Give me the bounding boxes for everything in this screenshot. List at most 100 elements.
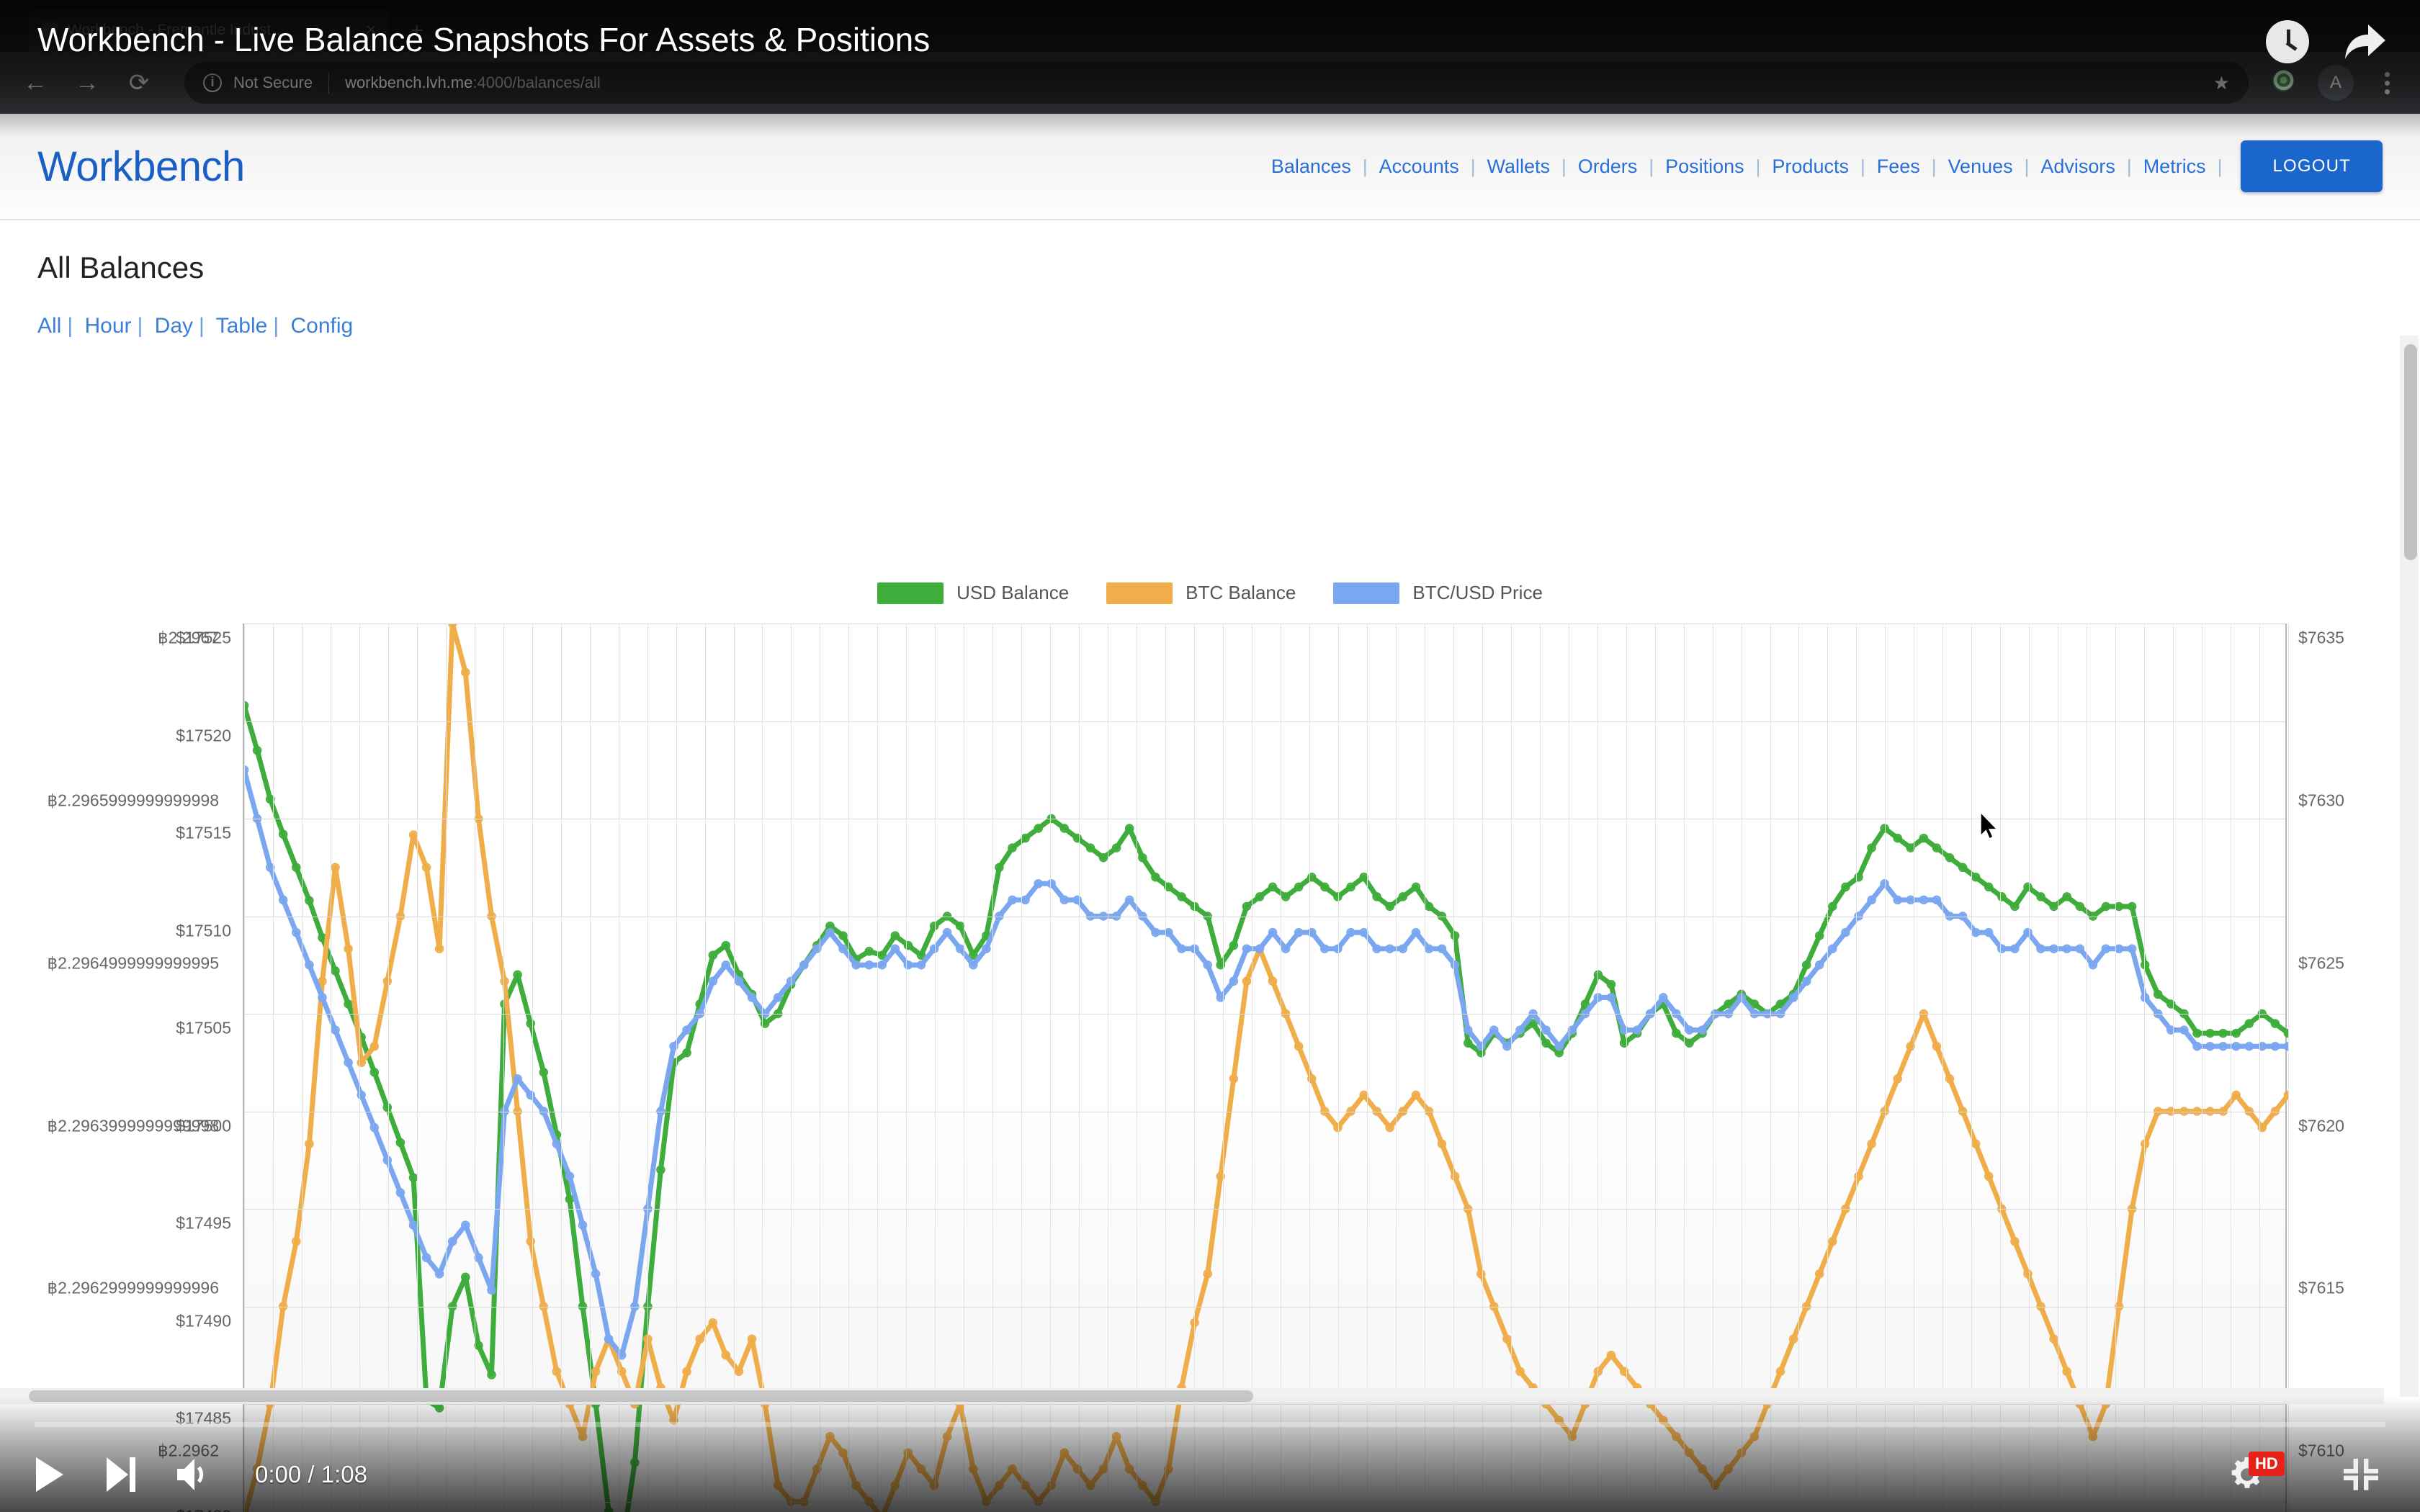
- profile-avatar[interactable]: A: [2318, 65, 2354, 101]
- gridline-vertical: [1597, 624, 1598, 1512]
- gridline-vertical: [647, 624, 648, 1512]
- usd-axis-tick: $17515: [176, 824, 231, 843]
- gridline-vertical: [359, 624, 360, 1512]
- subnav-item-hour[interactable]: Hour: [84, 314, 131, 338]
- nav-item-advisors[interactable]: Advisors: [2029, 156, 2127, 178]
- nav-item-balances[interactable]: Balances: [1260, 156, 1363, 178]
- gridline-vertical: [1194, 624, 1195, 1512]
- back-icon[interactable]: ←: [19, 71, 52, 95]
- legend-swatch: [1106, 582, 1173, 604]
- nav-item-venues[interactable]: Venues: [1937, 156, 2025, 178]
- play-icon[interactable]: [33, 1456, 66, 1493]
- nav-item-fees[interactable]: Fees: [1865, 156, 1932, 178]
- gridline-vertical: [561, 624, 562, 1512]
- brand-logo[interactable]: Workbench: [37, 143, 245, 191]
- gridline-vertical: [1396, 624, 1397, 1512]
- gridline-vertical: [676, 624, 677, 1512]
- video-progress-bar[interactable]: [35, 1422, 2385, 1427]
- gridline-vertical: [1942, 624, 1943, 1512]
- subnav-item-day[interactable]: Day: [155, 314, 193, 338]
- vertical-scrollbar-thumb[interactable]: [2404, 344, 2417, 560]
- nav-item-wallets[interactable]: Wallets: [1476, 156, 1562, 178]
- bookmark-star-icon[interactable]: ★: [2213, 72, 2230, 94]
- subnav-item-all[interactable]: All: [37, 314, 61, 338]
- gridline-vertical: [1885, 624, 1886, 1512]
- gridline-vertical: [503, 624, 504, 1512]
- divider: [328, 72, 329, 94]
- next-track-icon[interactable]: [104, 1456, 137, 1493]
- usd-axis-tick: $17490: [176, 1311, 231, 1331]
- legend-item-usd-balance[interactable]: USD Balance: [877, 582, 1069, 604]
- exit-fullscreen-icon[interactable]: [2342, 1456, 2380, 1493]
- gridline-vertical: [273, 624, 274, 1512]
- logout-button[interactable]: LOGOUT: [2241, 140, 2383, 192]
- nav-separator: |: [1860, 156, 1865, 178]
- info-circle-icon[interactable]: i: [203, 73, 222, 92]
- legend-swatch: [877, 582, 944, 604]
- price-axis-tick: $7630: [2298, 791, 2344, 810]
- nav-separator: |: [1471, 156, 1476, 178]
- subnav-separator: |: [267, 314, 284, 338]
- forward-icon[interactable]: →: [71, 71, 104, 95]
- nav-item-products[interactable]: Products: [1760, 156, 1860, 178]
- share-arrow-icon[interactable]: [2342, 22, 2388, 62]
- view-switcher: All| Hour| Day| Table| Config: [37, 314, 353, 338]
- browser-toolbar: ← → ⟳ i Not Secure workbench.lvh.me:4000…: [0, 52, 2420, 114]
- volume-icon[interactable]: [174, 1456, 210, 1493]
- gridline-vertical: [244, 624, 245, 1512]
- subnav-separator: |: [61, 314, 79, 338]
- page-content: All Balances All| Hour| Day| Table| Conf…: [0, 220, 2420, 1512]
- nav-separator: |: [2025, 156, 2030, 178]
- plot-area: [243, 624, 2287, 1512]
- gridline-vertical: [1050, 624, 1051, 1512]
- legend-item-btc-balance[interactable]: BTC Balance: [1106, 582, 1296, 604]
- gridline-vertical: [877, 624, 878, 1512]
- series-btc-balance: [244, 624, 2288, 1512]
- nav-item-accounts[interactable]: Accounts: [1368, 156, 1471, 178]
- gridline-vertical: [1540, 624, 1541, 1512]
- nav-item-orders[interactable]: Orders: [1567, 156, 1649, 178]
- gridline-vertical: [2000, 624, 2001, 1512]
- series-btc-usd-price: [244, 766, 2288, 1359]
- gridline-vertical: [532, 624, 533, 1512]
- video-time-display: 0:00 / 1:08: [255, 1461, 367, 1488]
- video-title: Workbench - Live Balance Snapshots For A…: [37, 20, 930, 59]
- nav-item-metrics[interactable]: Metrics: [2132, 156, 2218, 178]
- page-title: All Balances: [37, 251, 204, 285]
- subnav-item-config[interactable]: Config: [290, 314, 353, 338]
- gridline-vertical: [906, 624, 907, 1512]
- clock-icon[interactable]: [2266, 20, 2309, 63]
- gridline-vertical: [1079, 624, 1080, 1512]
- gridline-vertical: [2115, 624, 2116, 1512]
- url-text: workbench.lvh.me:4000/balances/all: [345, 73, 2202, 92]
- nav-separator: |: [1363, 156, 1368, 178]
- price-axis-tick: $7635: [2298, 629, 2344, 648]
- gridline-vertical: [417, 624, 418, 1512]
- address-bar[interactable]: i Not Secure workbench.lvh.me:4000/balan…: [184, 62, 2249, 104]
- url-path: :4000/balances/all: [472, 73, 600, 91]
- legend-item-btc-usd-price[interactable]: BTC/USD Price: [1333, 582, 1543, 604]
- balances-chart: ฿2.2967฿2.2965999999999998฿2.29649999999…: [0, 609, 2420, 1512]
- gridline-vertical: [1482, 624, 1483, 1512]
- usd-axis: $17525$17520$17515$17510$17505$17500$174…: [0, 624, 243, 1512]
- gridline-vertical: [848, 624, 849, 1512]
- gridline-vertical: [762, 624, 763, 1512]
- extension-icon[interactable]: [2267, 70, 2299, 96]
- nav-item-positions[interactable]: Positions: [1654, 156, 1756, 178]
- nav-separator: |: [1649, 156, 1654, 178]
- kebab-menu-icon[interactable]: [2372, 72, 2401, 94]
- hd-badge: HD: [2249, 1452, 2285, 1476]
- gridline-vertical: [590, 624, 591, 1512]
- settings-button[interactable]: HD: [2228, 1456, 2293, 1493]
- gridline-vertical: [1511, 624, 1512, 1512]
- gridline-vertical: [1798, 624, 1799, 1512]
- screen: Workbench - Fremantle Indust… × + ← → ⟳ …: [0, 0, 2420, 1512]
- legend-swatch: [1333, 582, 1399, 604]
- gridline-vertical: [935, 624, 936, 1512]
- price-axis-tick: $7625: [2298, 953, 2344, 973]
- subnav-item-table[interactable]: Table: [216, 314, 268, 338]
- gridline-horizontal: [244, 1209, 2285, 1210]
- reload-icon[interactable]: ⟳: [122, 71, 156, 95]
- price-axis-tick: $7615: [2298, 1279, 2344, 1298]
- gridline-vertical: [1770, 624, 1771, 1512]
